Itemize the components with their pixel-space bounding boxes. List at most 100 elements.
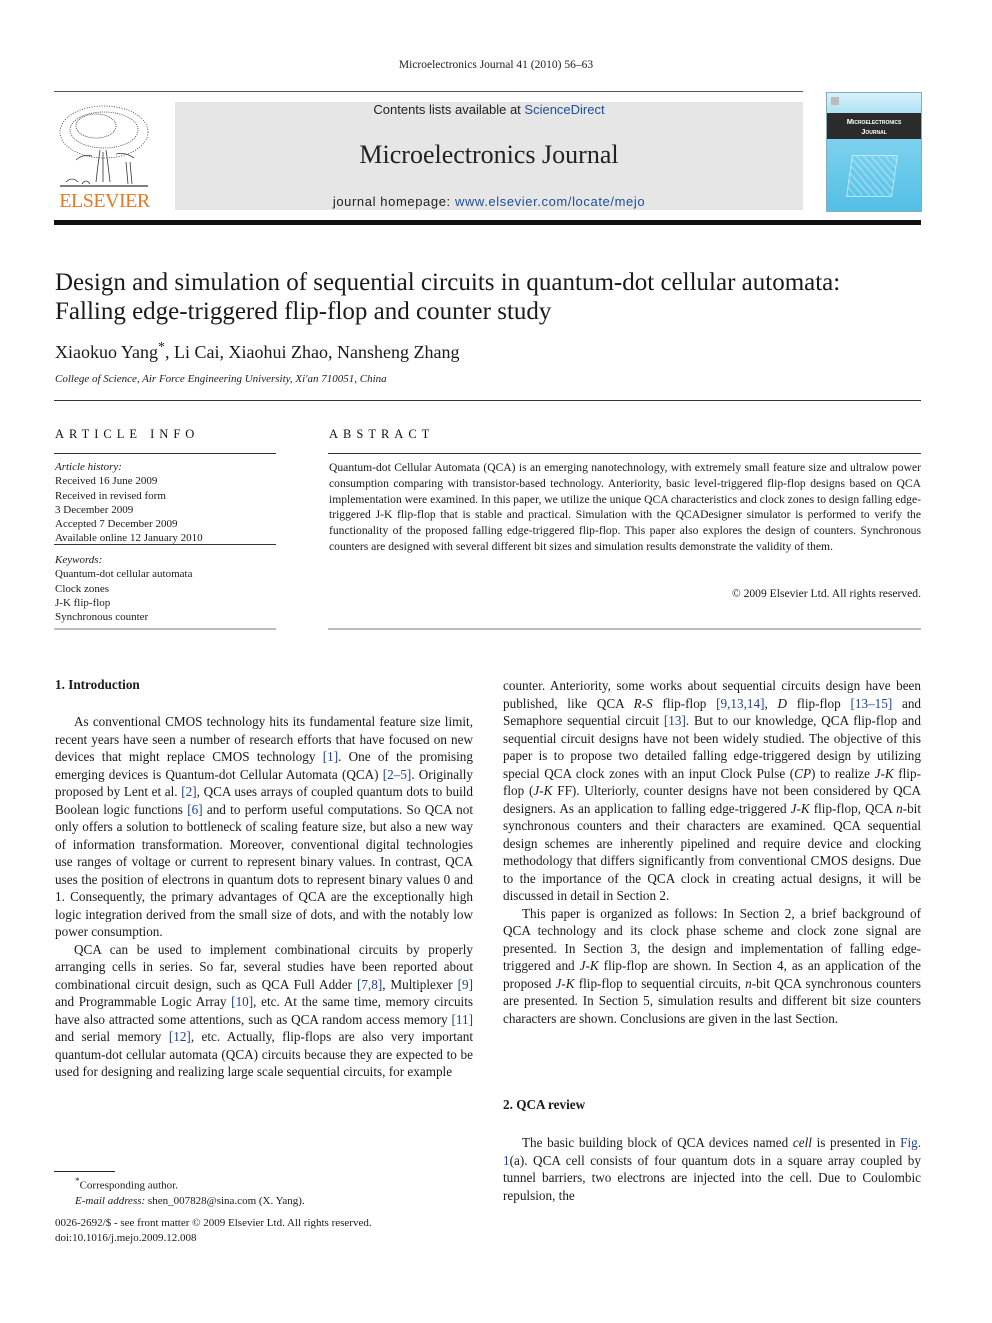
- email-address[interactable]: shen_007828@sina.com (X. Yang).: [145, 1195, 305, 1207]
- italic-term: n: [896, 800, 903, 816]
- italic-term: J-K: [555, 975, 575, 991]
- corresponding-author-mark[interactable]: *: [158, 340, 165, 355]
- italic-term: D: [777, 695, 788, 711]
- running-head: Microelectronics Journal 41 (2010) 56–63: [398, 59, 594, 71]
- text-run: , Multiplexer: [382, 976, 458, 992]
- citation-link[interactable]: [6]: [187, 802, 202, 817]
- journal-homepage: journal homepage: www.elsevier.com/locat…: [175, 194, 803, 209]
- intro-paragraph-2: QCA can be used to implement combination…: [55, 941, 473, 1081]
- article-info-bottom-rule: [54, 628, 276, 630]
- history-item: 3 December 2009: [55, 503, 134, 516]
- sciencedirect-link[interactable]: ScienceDirect: [524, 102, 604, 117]
- affiliation: College of Science, Air Force Engineerin…: [55, 373, 387, 385]
- citation-link[interactable]: [13]: [664, 713, 686, 728]
- abstract-bottom-rule: [328, 628, 921, 630]
- keyword-item: Clock zones: [55, 582, 110, 595]
- contents-line: Contents lists available at ScienceDirec…: [175, 102, 803, 117]
- article-history-label: Article history:: [55, 461, 122, 473]
- citation-link[interactable]: [12]: [169, 1029, 191, 1044]
- cover-chip-illustration-icon: [846, 155, 898, 197]
- corresponding-author-note: *Corresponding author.: [55, 1174, 305, 1194]
- header-thick-rule: [54, 220, 921, 225]
- header-rule: [54, 91, 803, 92]
- intro-paragraph-1: As conventional CMOS technology hits its…: [55, 713, 473, 941]
- cover-title-line2: Journal: [861, 127, 887, 136]
- corresponding-author-label: Corresponding author.: [79, 1179, 178, 1192]
- email-label: E-mail address:: [75, 1194, 146, 1207]
- italic-term: J-K: [874, 765, 894, 781]
- history-item: Received in revised form: [55, 489, 166, 502]
- citation-link[interactable]: [13–15]: [850, 696, 892, 711]
- front-matter: 0026-2692/$ - see front matter © 2009 El…: [55, 1216, 372, 1245]
- elsevier-logo[interactable]: ELSEVIER: [54, 100, 155, 212]
- abstract-copyright: © 2009 Elsevier Ltd. All rights reserved…: [731, 587, 921, 600]
- text-run: The basic building block of QCA devices …: [522, 1135, 793, 1150]
- section-heading-introduction: 1. Introduction: [55, 677, 140, 692]
- homepage-prefix: journal homepage:: [332, 194, 455, 209]
- cover-publisher-mark-icon: [831, 97, 839, 105]
- text-run: ,: [764, 695, 778, 711]
- keywords-label: Keywords:: [55, 554, 103, 566]
- italic-term: J-K: [533, 783, 553, 798]
- text-run: (a). QCA cell consists of four quantum d…: [503, 1152, 921, 1203]
- italic-term: J-K: [579, 958, 599, 973]
- article-info-rule: [54, 453, 276, 454]
- citation-link[interactable]: [7,8]: [357, 977, 382, 992]
- elsevier-wordmark: ELSEVIER: [59, 190, 150, 212]
- cover-title-line1: Microelectronics: [846, 117, 902, 126]
- text-run: is presented in: [811, 1135, 901, 1150]
- text-run: and serial memory: [55, 1029, 169, 1044]
- citation-link[interactable]: [10]: [231, 994, 253, 1009]
- title-rule: [54, 400, 921, 401]
- keyword-item: Synchronous counter: [55, 611, 149, 624]
- keyword-item: J-K flip-flop: [55, 596, 111, 609]
- journal-banner: Contents lists available at ScienceDirec…: [175, 102, 803, 210]
- text-run: ) to realize: [811, 765, 875, 781]
- italic-term: CP: [794, 765, 812, 781]
- citation-link[interactable]: [11]: [452, 1012, 473, 1027]
- qca-review-paragraph-1: The basic building block of QCA devices …: [503, 1134, 921, 1204]
- abstract-text: Quantum-dot Cellular Automata (QCA) is a…: [329, 461, 921, 553]
- text-run: flip-flop, QCA: [809, 800, 897, 816]
- text-run: flip-flop: [787, 695, 851, 711]
- footnote: *Corresponding author. E-mail address: s…: [55, 1174, 305, 1209]
- journal-title: Microelectronics Journal: [359, 140, 619, 169]
- section-heading-qca-review: 2. QCA review: [503, 1097, 586, 1112]
- keyword-item: Quantum-dot cellular automata: [55, 568, 193, 581]
- body-column-right: counter. Anteriority, some works about s…: [503, 677, 921, 1027]
- keywords: Keywords: Quantum-dot cellular automata …: [55, 553, 277, 624]
- journal-cover-thumbnail[interactable]: Microelectronics Journal: [826, 92, 922, 212]
- article-info-heading: ARTICLE INFO: [55, 427, 200, 441]
- article-info-divider: [54, 544, 276, 545]
- text-run: flip-flop: [652, 695, 717, 711]
- history-item: Accepted 7 December 2009: [55, 518, 178, 531]
- homepage-link[interactable]: www.elsevier.com/locate/mejo: [455, 194, 645, 209]
- author-names-rest: , Li Cai, Xiaohui Zhao, Nansheng Zhang: [165, 342, 460, 362]
- issn-line: 0026-2692/$ - see front matter © 2009 El…: [55, 1217, 372, 1229]
- elsevier-tree-icon: [59, 105, 149, 187]
- citation-link[interactable]: [9]: [458, 977, 473, 992]
- citation-link[interactable]: [2]: [181, 784, 196, 799]
- text-run: and Programmable Logic Array: [55, 994, 232, 1009]
- text-run: and to perform useful computations. So Q…: [55, 801, 473, 940]
- cover-title: Microelectronics Journal: [827, 117, 921, 137]
- email-note: E-mail address: shen_007828@sina.com (X.…: [55, 1194, 305, 1209]
- footnote-rule: [54, 1171, 115, 1172]
- abstract-heading: ABSTRACT: [329, 427, 435, 441]
- citation-link[interactable]: [1]: [323, 749, 338, 764]
- italic-term: J-K: [790, 800, 810, 816]
- qca-review-body: The basic building block of QCA devices …: [503, 1134, 921, 1204]
- contents-prefix: Contents lists available at: [373, 102, 525, 117]
- citation-link[interactable]: [9,13,14]: [716, 696, 764, 711]
- text-run: flip-flop to sequential circuits,: [574, 975, 746, 991]
- citation-link[interactable]: [2–5]: [383, 767, 412, 782]
- italic-term: R-S: [633, 695, 653, 711]
- italic-term: n: [745, 975, 752, 991]
- article-title: Design and simulation of sequential circ…: [55, 269, 841, 325]
- doi-link[interactable]: doi:10.1016/j.mejo.2009.12.008: [55, 1231, 372, 1246]
- italic-term: cell: [792, 1135, 812, 1150]
- body-column-left: As conventional CMOS technology hits its…: [55, 713, 473, 1081]
- intro-paragraph-organization: This paper is organized as follows: In S…: [503, 905, 921, 1028]
- history-item: Received 16 June 2009: [55, 475, 158, 488]
- abstract-rule: [328, 453, 921, 454]
